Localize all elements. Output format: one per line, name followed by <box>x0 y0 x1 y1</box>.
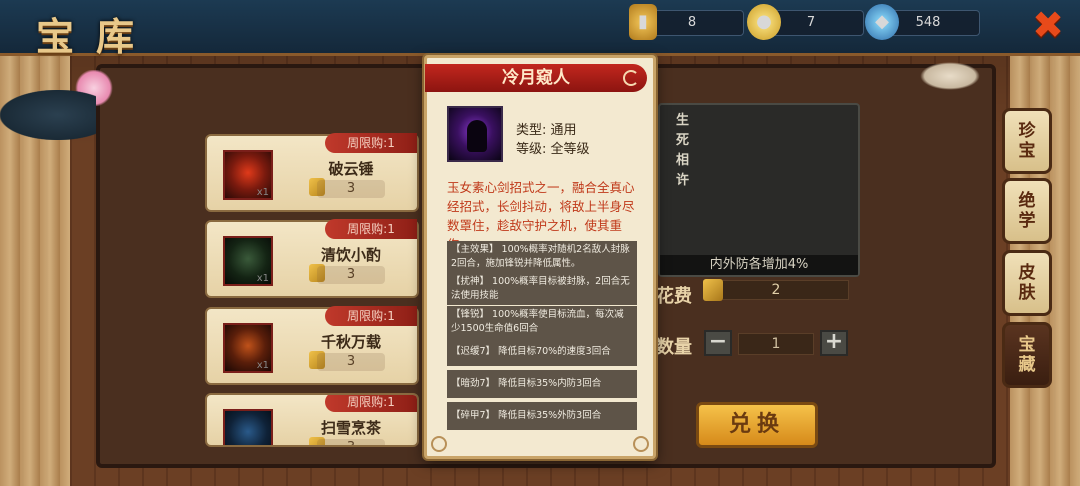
weekly-limit-badge: 周限购:1 <box>325 133 417 153</box>
corner-ornament-icon <box>431 436 447 452</box>
weekly-limit-badge: 周限购:1 <box>325 219 417 239</box>
item-price: 3 <box>317 353 385 371</box>
cost-value: 2 <box>703 280 849 300</box>
currency-gem: ◆ 548 <box>865 4 980 40</box>
quantity-decrease-button[interactable]: − <box>704 330 732 356</box>
item-price: 3 <box>317 180 385 198</box>
effect-line: 【主效果】 100%概率对随机2名敌人封脉2回合，施加锋锐并降低属性。 <box>447 241 637 273</box>
scroll-token-icon <box>703 279 723 301</box>
list-item[interactable]: 周限购:1 x1 清饮小酌 3 <box>205 219 419 298</box>
quantity-label: 数量 <box>656 337 692 358</box>
popup-title: 冷月窥人 <box>425 64 647 92</box>
top-bar: 宝库 ▮ 8 ● 7 ◆ 548 ✖ <box>0 0 1080 59</box>
minus-icon: − <box>708 329 728 354</box>
item-name: 扫雪烹茶 <box>320 419 381 437</box>
page-title: 宝库 <box>36 14 157 59</box>
item-price: 3 <box>317 439 385 445</box>
currency-scroll: ▮ 8 <box>629 4 744 40</box>
item-price: 3 <box>317 266 385 284</box>
vertical-char: 死 <box>676 133 690 148</box>
vertical-char: 许 <box>676 173 690 188</box>
blue-gem-icon: ◆ <box>865 4 899 40</box>
item-thumbnail: x1 <box>223 323 273 373</box>
item-name: 千秋万载 <box>320 333 381 351</box>
currency-scroll-value: 8 <box>687 15 697 30</box>
tab-char: 学 <box>1018 211 1036 231</box>
effect-line: 【锋锐】 100%概率使目标流血，每次减少1500生命值6回合 <box>447 306 637 338</box>
tab-char: 皮 <box>1018 263 1036 283</box>
effect-line: 【迟缓7】 降低目标70%的速度3回合 <box>447 338 637 366</box>
plus-icon: + <box>824 329 844 354</box>
currency-gem-value: 548 <box>915 15 941 30</box>
effect-line: 【碎甲7】 降低目标35%外防3回合 <box>447 402 637 430</box>
list-item[interactable]: 周限购:1 x1 千秋万载 3 <box>205 306 419 385</box>
currency-coin: ● 7 <box>747 4 864 40</box>
tab-skins[interactable]: 皮 肤 <box>1002 250 1052 316</box>
swirl-ornament-icon <box>623 70 639 86</box>
tab-hoard[interactable]: 宝 藏 <box>1002 322 1052 388</box>
tab-char: 肤 <box>1018 283 1036 303</box>
exchange-button[interactable]: 兑换 <box>696 402 818 448</box>
effect-line: 【扰神】 100%概率目标被封脉，2回合无法使用技能 <box>447 273 637 305</box>
weekly-limit-badge: 周限购:1 <box>325 395 417 412</box>
tab-treasure[interactable]: 珍 宝 <box>1002 108 1052 174</box>
item-qty: x1 <box>257 446 269 447</box>
skill-vertical-name: 生 死 相 许 <box>676 111 692 191</box>
item-qty: x1 <box>256 360 269 371</box>
skill-type: 类型: 通用 <box>516 123 577 138</box>
quantity-increase-button[interactable]: + <box>820 330 848 356</box>
item-thumbnail: x1 <box>223 409 273 447</box>
close-button[interactable]: ✖ <box>1030 6 1066 44</box>
close-icon: ✖ <box>1032 3 1064 47</box>
item-name: 清饮小酌 <box>320 246 381 264</box>
item-qty: x1 <box>256 187 269 198</box>
cloud-decoration-right <box>920 62 980 90</box>
skill-tooltip-popup: 冷月窥人 类型: 通用 等级: 全等级 玉女素心剑招式之一，融合全真心经招式，长… <box>424 55 656 459</box>
item-thumbnail: x1 <box>223 236 273 286</box>
tab-char: 珍 <box>1018 121 1036 141</box>
effect-line: 【暗劲7】 降低目标35%内防3回合 <box>447 370 637 398</box>
item-thumbnail: x1 <box>223 150 273 200</box>
item-name: 破云锤 <box>328 160 374 178</box>
tab-martial-arts[interactable]: 绝 学 <box>1002 178 1052 244</box>
tab-char: 宝 <box>1018 141 1036 161</box>
currency-coin-value: 7 <box>806 15 816 30</box>
vertical-char: 生 <box>676 113 690 128</box>
cloud-decoration-left <box>0 90 96 140</box>
skill-level: 等级: 全等级 <box>516 142 590 157</box>
list-item[interactable]: 周限购:1 x1 扫雪烹茶 3 <box>205 393 419 447</box>
item-qty: x1 <box>256 273 269 284</box>
cost-label: 花费 <box>656 286 692 307</box>
corner-ornament-icon <box>633 436 649 452</box>
silhouette-icon <box>467 120 487 152</box>
tab-char: 宝 <box>1018 335 1036 355</box>
skill-preview: 生 死 相 许 内外防各增加4% <box>658 103 860 277</box>
list-item[interactable]: 周限购:1 x1 破云锤 3 <box>205 133 419 212</box>
skill-icon <box>447 106 503 162</box>
weekly-limit-badge: 周限购:1 <box>325 306 417 326</box>
tab-char: 绝 <box>1018 191 1036 211</box>
quantity-field[interactable]: 1 <box>738 333 814 355</box>
tab-char: 藏 <box>1018 355 1036 375</box>
skill-bonus: 内外防各增加4% <box>660 255 858 275</box>
gold-coin-icon: ● <box>747 4 781 40</box>
scroll-token-icon: ▮ <box>629 4 657 40</box>
vertical-char: 相 <box>676 153 690 168</box>
